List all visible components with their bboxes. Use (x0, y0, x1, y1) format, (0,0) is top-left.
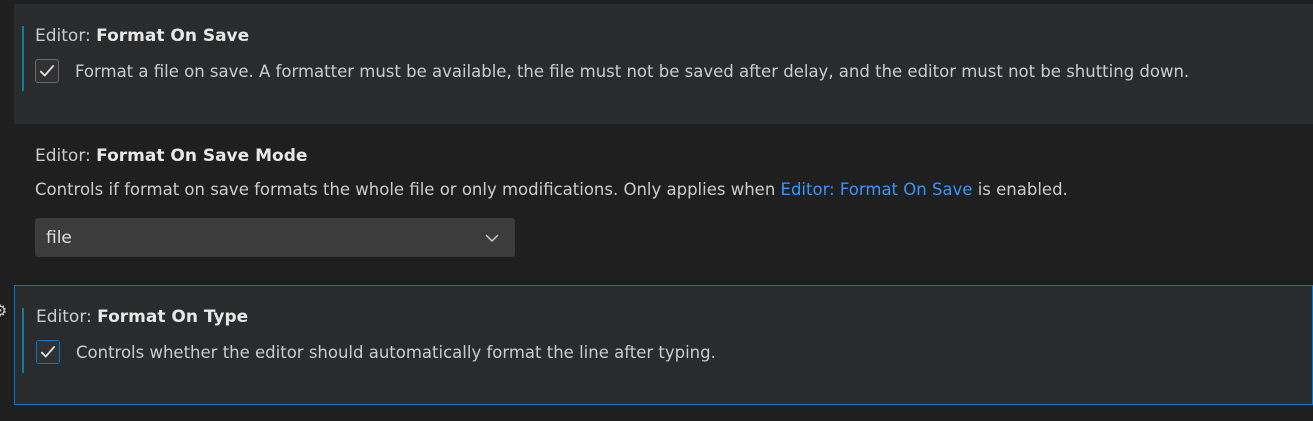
description-text: Controls if format on save formats the w… (35, 180, 781, 199)
setting-description: Controls whether the editor should autom… (76, 342, 716, 362)
setting-name: Format On Save Mode (96, 146, 308, 166)
setting-title: Editor: Format On Type (36, 307, 248, 327)
setting-format-on-save-mode: Editor: Format On Save Mode Controls if … (14, 124, 1313, 284)
setting-description: Controls if format on save formats the w… (35, 180, 1068, 199)
check-icon (40, 346, 56, 358)
format-on-save-checkbox[interactable] (35, 59, 59, 83)
setting-checkbox-row: Controls whether the editor should autom… (36, 340, 716, 364)
setting-title: Editor: Format On Save Mode (35, 146, 307, 166)
format-on-save-link[interactable]: Editor: Format On Save (781, 180, 973, 199)
gear-icon[interactable]: ⚙ (0, 303, 7, 319)
format-on-type-checkbox[interactable] (36, 340, 60, 364)
setting-category: Editor: (35, 26, 97, 46)
setting-format-on-type: Editor: Format On Type Controls whether … (14, 285, 1313, 405)
format-on-save-mode-select[interactable]: file (35, 218, 515, 257)
setting-description: Format a file on save. A formatter must … (75, 61, 1190, 81)
setting-category: Editor: (36, 307, 98, 327)
chevron-down-icon (485, 234, 499, 242)
setting-format-on-save: Editor: Format On Save Format a file on … (14, 4, 1313, 124)
description-text: is enabled. (972, 180, 1068, 199)
check-icon (39, 65, 55, 77)
setting-name: Format On Type (97, 307, 249, 327)
setting-title: Editor: Format On Save (35, 26, 249, 46)
modified-indicator (22, 308, 24, 373)
modified-indicator (22, 26, 24, 91)
setting-checkbox-row: Format a file on save. A formatter must … (35, 59, 1189, 83)
select-value: file (46, 227, 72, 248)
setting-name: Format On Save (96, 26, 250, 46)
setting-category: Editor: (35, 146, 97, 166)
settings-editor: Editor: Format On Save Format a file on … (0, 0, 1313, 421)
